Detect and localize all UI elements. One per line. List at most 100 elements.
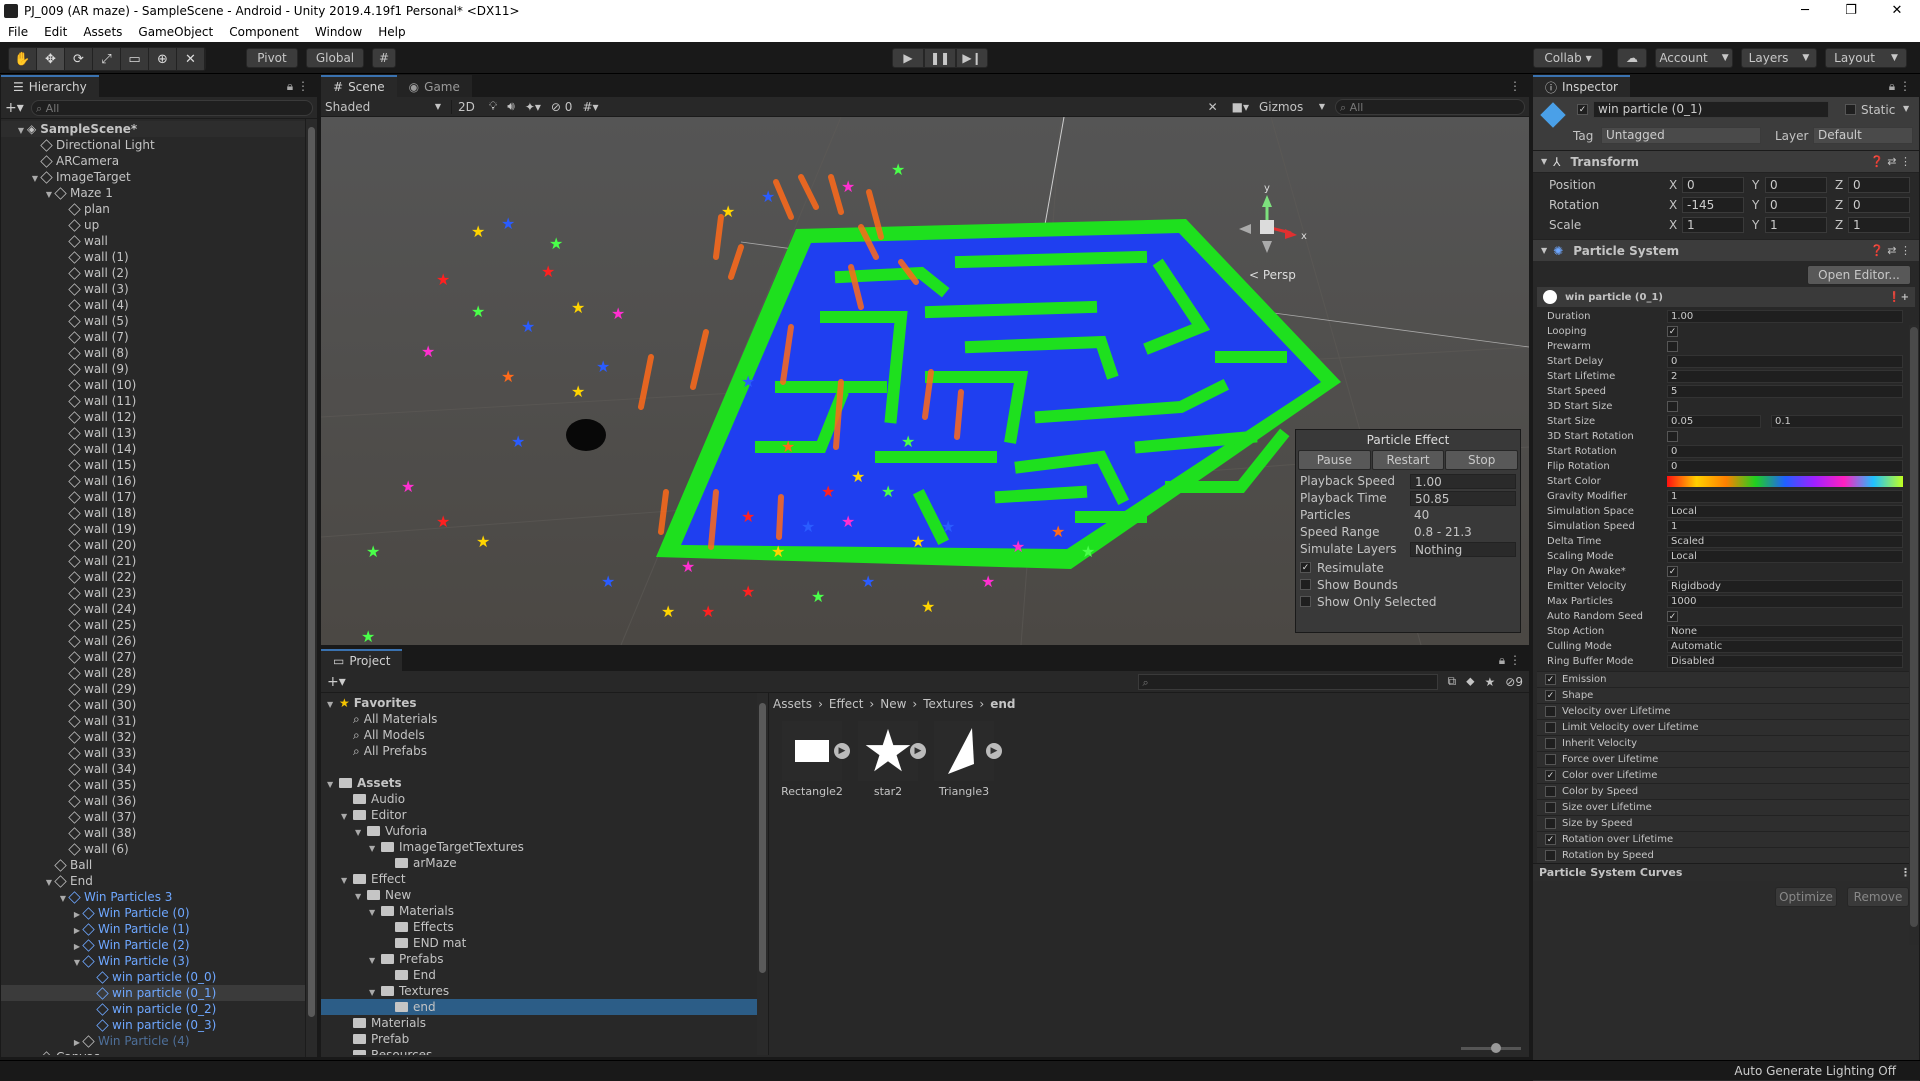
hierarchy-item[interactable]: wall (25) xyxy=(1,617,317,633)
hierarchy-item[interactable]: wall (14) xyxy=(1,441,317,457)
hierarchy-item[interactable]: wall (8) xyxy=(1,345,317,361)
particle-effect-row-value[interactable]: 1.00 xyxy=(1410,473,1516,489)
ps-field-value[interactable]: 5 xyxy=(1667,385,1903,398)
hierarchy-item[interactable]: ▼ Win Particle (3) xyxy=(1,953,317,969)
ps-module-row[interactable]: Rotation by Speed xyxy=(1537,847,1915,863)
project-tree-item[interactable]: Materials xyxy=(321,1015,757,1031)
hierarchy-item[interactable]: ARCamera xyxy=(1,153,317,169)
expand-arrow-icon[interactable]: ▼ xyxy=(341,809,353,825)
project-tree-item[interactable]: End xyxy=(321,967,757,983)
pause-button[interactable]: ❚❚ xyxy=(924,48,956,68)
hierarchy-item[interactable]: wall (10) xyxy=(1,377,317,393)
hierarchy-item[interactable]: wall (19) xyxy=(1,521,317,537)
ps-field-value[interactable]: None xyxy=(1667,625,1903,638)
ps-field-value[interactable]: 0 xyxy=(1667,460,1903,473)
module-checkbox[interactable]: ✓ xyxy=(1545,674,1556,685)
expand-arrow-icon[interactable]: ▼ xyxy=(355,889,367,905)
asset-item[interactable]: ▶ Rectangle2 xyxy=(777,721,850,798)
custom-tool-icon[interactable]: ✕ xyxy=(177,48,205,70)
inspector-scroll-thumb[interactable] xyxy=(1910,327,1918,927)
particle-system-header[interactable]: ▼ ✺ Particle System ❓ ⇄ ⋮ xyxy=(1533,239,1919,261)
hierarchy-item[interactable]: wall (1) xyxy=(1,249,317,265)
hidden-packages-icon[interactable]: ⊘9 xyxy=(1505,675,1523,689)
module-checkbox[interactable] xyxy=(1545,738,1556,749)
layout-dropdown[interactable]: Layout ▼ xyxy=(1825,48,1907,68)
ps-checkbox[interactable]: ✓ xyxy=(1667,326,1678,337)
object-name-field[interactable]: win particle (0_1) xyxy=(1593,101,1829,118)
kebab-menu-icon[interactable]: ⋮ xyxy=(1509,75,1521,97)
expand-arrow-icon[interactable]: ▼ xyxy=(327,697,339,713)
zoom-slider-handle[interactable] xyxy=(1491,1043,1501,1053)
ps-module-row[interactable]: ✓ Shape xyxy=(1537,687,1915,703)
project-tree-item[interactable]: ▼ Materials xyxy=(321,903,757,919)
module-checkbox[interactable] xyxy=(1545,722,1556,733)
hierarchy-item[interactable]: wall (33) xyxy=(1,745,317,761)
project-tree-item[interactable]: ▼ Effect xyxy=(321,871,757,887)
hierarchy-item[interactable]: ▶ Win Particle (4) xyxy=(1,1033,317,1049)
hierarchy-scrollbar[interactable] xyxy=(305,119,317,1057)
ps-field-value[interactable]: Scaled xyxy=(1667,535,1903,548)
hierarchy-item[interactable]: up xyxy=(1,217,317,233)
restart-effect-button[interactable]: Restart xyxy=(1371,450,1445,470)
ps-module-row[interactable]: ✓ Emission xyxy=(1537,671,1915,687)
project-tree-item[interactable]: ▼ Prefabs xyxy=(321,951,757,967)
hierarchy-item[interactable]: win particle (0_0) xyxy=(1,969,317,985)
hierarchy-item[interactable]: win particle (0_1) xyxy=(1,985,317,1001)
hierarchy-item[interactable]: wall (6) xyxy=(1,841,317,857)
minimize-button[interactable]: ─ xyxy=(1782,0,1828,22)
collapse-arrow-icon[interactable]: ▶ xyxy=(29,1051,41,1055)
grid-toggle-icon[interactable]: #▾ xyxy=(582,100,598,114)
hierarchy-item[interactable]: wall (7) xyxy=(1,329,317,345)
hierarchy-item[interactable]: wall (16) xyxy=(1,473,317,489)
breadcrumb-textures[interactable]: Textures xyxy=(923,697,973,711)
hierarchy-item[interactable]: wall (23) xyxy=(1,585,317,601)
hierarchy-item[interactable]: ▶ Win Particle (1) xyxy=(1,921,317,937)
open-editor-button[interactable]: Open Editor... xyxy=(1807,265,1911,285)
transform-y-field[interactable]: 0 xyxy=(1765,177,1827,193)
hierarchy-item[interactable]: wall (18) xyxy=(1,505,317,521)
hierarchy-item[interactable]: wall (34) xyxy=(1,761,317,777)
ps-module-row[interactable]: ✓ Rotation over Lifetime xyxy=(1537,831,1915,847)
ps-checkbox[interactable]: ✓ xyxy=(1667,611,1678,622)
help-icon[interactable]: ❓ ⇄ ⋮ xyxy=(1870,155,1911,168)
hierarchy-item[interactable]: win particle (0_3) xyxy=(1,1017,317,1033)
hierarchy-item[interactable]: wall (22) xyxy=(1,569,317,585)
lighting-icon[interactable]: 💡︎ xyxy=(489,99,497,114)
ps-main-module-header[interactable]: win particle (0_1) ❗+ xyxy=(1537,287,1915,307)
expand-arrow-icon[interactable]: ▼ xyxy=(327,777,339,793)
static-checkbox[interactable] xyxy=(1845,104,1856,115)
global-toggle[interactable]: Global xyxy=(306,48,364,68)
project-tree-item[interactable]: end xyxy=(321,999,757,1015)
hierarchy-item[interactable]: ▼ Maze 1 xyxy=(1,185,317,201)
rotate-tool-icon[interactable]: ⟳ xyxy=(65,48,93,70)
ps-module-row[interactable]: Size by Speed xyxy=(1537,815,1915,831)
lighting-status[interactable]: Auto Generate Lighting Off xyxy=(1734,1064,1896,1078)
ps-module-row[interactable]: Force over Lifetime xyxy=(1537,751,1915,767)
hierarchy-item[interactable]: ▶ Win Particle (0) xyxy=(1,905,317,921)
transform-x-field[interactable]: 1 xyxy=(1682,217,1744,233)
pivot-toggle[interactable]: Pivot xyxy=(246,48,298,68)
ps-checkbox[interactable] xyxy=(1667,341,1678,352)
breadcrumb-effect[interactable]: Effect xyxy=(829,697,864,711)
shading-mode-dropdown[interactable]: Shaded ▼ xyxy=(325,100,441,114)
grid-snap-icon[interactable]: # xyxy=(372,48,396,68)
asset-item[interactable]: ★ ▶ star2 xyxy=(853,721,926,798)
transform-y-field[interactable]: 1 xyxy=(1765,217,1827,233)
curves-area[interactable]: Optimize Remove xyxy=(1533,881,1919,1081)
project-tree-item[interactable]: Effects xyxy=(321,919,757,935)
chevron-down-icon[interactable]: ▼ xyxy=(1903,104,1909,113)
hierarchy-item[interactable]: wall (32) xyxy=(1,729,317,745)
lock-icon[interactable]: 🔒︎ ⋮ xyxy=(287,75,309,97)
ps-field-value[interactable]: 1 xyxy=(1667,520,1903,533)
transform-y-field[interactable]: 0 xyxy=(1765,197,1827,213)
project-tree-item[interactable]: Prefab xyxy=(321,1031,757,1047)
hierarchy-item[interactable]: wall (17) xyxy=(1,489,317,505)
collab-button[interactable]: Collab ▾ xyxy=(1533,48,1603,68)
breadcrumb-assets[interactable]: Assets xyxy=(773,697,812,711)
project-tree-item[interactable]: Audio xyxy=(321,791,757,807)
hierarchy-item[interactable]: wall (15) xyxy=(1,457,317,473)
hierarchy-item[interactable]: wall (9) xyxy=(1,361,317,377)
hierarchy-item[interactable]: ▼ ImageTarget xyxy=(1,169,317,185)
menu-gameobject[interactable]: GameObject xyxy=(130,22,221,42)
start-color-gradient[interactable] xyxy=(1667,476,1903,487)
